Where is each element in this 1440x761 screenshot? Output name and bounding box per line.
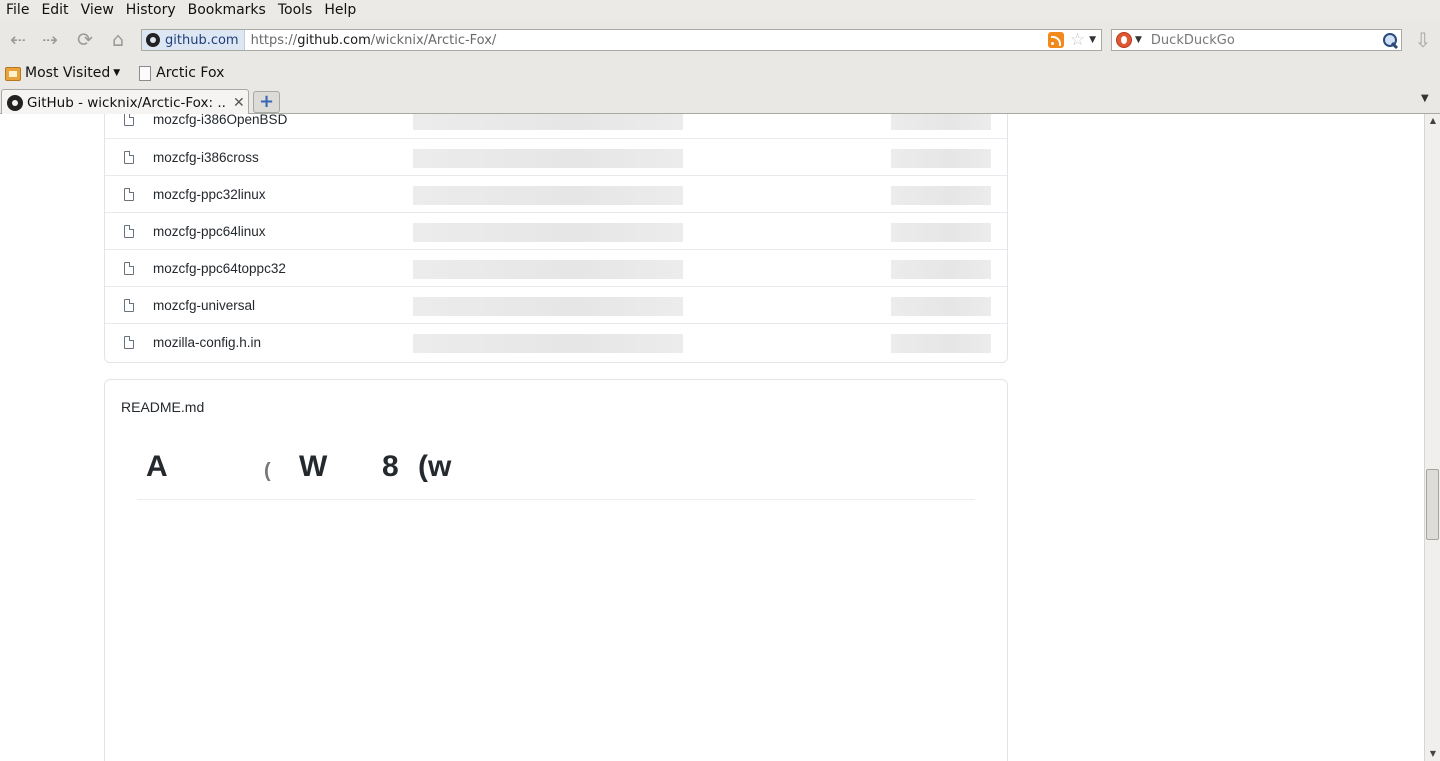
file-name-link[interactable]: mozcfg-ppc32linux bbox=[153, 187, 266, 202]
menu-history[interactable]: History bbox=[120, 0, 182, 21]
browser-chrome: File Edit View History Bookmarks Tools H… bbox=[0, 0, 1440, 115]
page-viewport: mozcfg-i386OpenBSD mozcfg-i386cross mozc… bbox=[0, 114, 1424, 761]
bookmark-star-icon[interactable]: ☆ bbox=[1070, 30, 1085, 50]
search-engine-dropdown-icon[interactable]: ▼ bbox=[1135, 35, 1142, 45]
readme-heading-fragment: ( bbox=[264, 460, 271, 482]
file-icon bbox=[124, 114, 134, 126]
search-input[interactable]: DuckDuckGo bbox=[1151, 33, 1382, 48]
url-host: github.com bbox=[297, 32, 371, 48]
most-visited-folder[interactable]: Most Visited ▼ bbox=[5, 65, 130, 81]
page-icon bbox=[139, 65, 152, 81]
site-identity-label: github.com bbox=[165, 32, 239, 48]
file-icon bbox=[124, 299, 134, 312]
bookmarks-toolbar: Most Visited ▼ Arctic Fox bbox=[0, 59, 1440, 87]
file-name-link[interactable]: mozcfg-i386cross bbox=[153, 150, 259, 165]
reload-icon[interactable]: ⟳ bbox=[73, 28, 97, 52]
navigation-toolbar: ⇠ ⇢ ⟳ ⌂ github.com https://github.com/wi… bbox=[0, 21, 1440, 59]
file-name-link[interactable]: mozilla-config.h.in bbox=[153, 335, 261, 350]
url-history-dropdown-icon[interactable]: ▼ bbox=[1089, 35, 1096, 45]
vertical-scrollbar[interactable]: ▲ ▼ bbox=[1424, 114, 1440, 761]
scroll-up-icon[interactable]: ▲ bbox=[1428, 116, 1438, 126]
arctic-fox-label: Arctic Fox bbox=[156, 65, 225, 81]
readme-heading-fragment: A bbox=[146, 450, 168, 483]
commit-message-placeholder bbox=[413, 149, 683, 168]
chevron-down-icon: ▼ bbox=[113, 68, 121, 78]
file-name-link[interactable]: mozcfg-i386OpenBSD bbox=[153, 114, 287, 127]
forward-arrow-icon[interactable]: ⇢ bbox=[38, 28, 62, 52]
commit-message-placeholder bbox=[413, 334, 683, 353]
file-icon bbox=[124, 188, 134, 201]
commit-age-placeholder bbox=[891, 260, 991, 279]
readme-heading-fragment: W bbox=[299, 450, 328, 483]
magnifier-icon[interactable] bbox=[1382, 32, 1398, 48]
menubar: File Edit View History Bookmarks Tools H… bbox=[0, 0, 1440, 21]
rss-feed-icon[interactable] bbox=[1047, 32, 1064, 48]
commit-age-placeholder bbox=[891, 114, 991, 130]
file-icon bbox=[124, 336, 134, 349]
commit-message-placeholder bbox=[413, 297, 683, 316]
commit-age-placeholder bbox=[891, 186, 991, 205]
site-identity-button[interactable]: github.com bbox=[142, 30, 245, 50]
table-row[interactable]: mozcfg-universal bbox=[105, 286, 1007, 323]
commit-message-placeholder bbox=[413, 223, 683, 242]
file-name-link[interactable]: mozcfg-ppc64linux bbox=[153, 224, 266, 239]
menu-tools[interactable]: Tools bbox=[272, 0, 319, 21]
file-name-link[interactable]: mozcfg-universal bbox=[153, 298, 255, 313]
readme-title: README.md bbox=[121, 399, 205, 415]
new-tab-button[interactable]: + bbox=[253, 91, 280, 113]
file-name-link[interactable]: mozcfg-ppc64toppc32 bbox=[153, 261, 286, 276]
tab-github-arctic-fox[interactable]: GitHub - wicknix/Arctic-Fox: ... ✕ bbox=[1, 89, 249, 115]
file-icon bbox=[124, 262, 134, 275]
scroll-down-icon[interactable]: ▼ bbox=[1428, 749, 1438, 759]
close-icon[interactable]: ✕ bbox=[233, 95, 245, 111]
most-visited-label: Most Visited bbox=[25, 65, 111, 81]
tab-strip: GitHub - wicknix/Arctic-Fox: ... ✕ + ▼ bbox=[0, 87, 1440, 115]
table-row[interactable]: mozcfg-ppc64toppc32 bbox=[105, 249, 1007, 286]
table-row[interactable]: mozcfg-ppc64linux bbox=[105, 212, 1007, 249]
menu-edit[interactable]: Edit bbox=[35, 0, 74, 21]
tab-title: GitHub - wicknix/Arctic-Fox: ... bbox=[27, 94, 227, 111]
commit-message-placeholder bbox=[413, 260, 683, 279]
commit-age-placeholder bbox=[891, 297, 991, 316]
url-bar[interactable]: github.com https://github.com/wicknix/Ar… bbox=[141, 29, 1102, 51]
readme-heading-fragment: 8 bbox=[382, 450, 399, 483]
commit-message-placeholder bbox=[413, 186, 683, 205]
readme-heading-divider bbox=[137, 499, 975, 500]
back-arrow-icon[interactable]: ⇠ bbox=[6, 28, 30, 52]
download-icon[interactable]: ⇩ bbox=[1413, 29, 1433, 51]
file-icon bbox=[124, 225, 134, 238]
url-path: /wicknix/Arctic-Fox/ bbox=[370, 32, 497, 48]
readme-heading-fragment: (w bbox=[418, 450, 452, 483]
commit-age-placeholder bbox=[891, 149, 991, 168]
search-bar[interactable]: ▼ DuckDuckGo bbox=[1111, 29, 1402, 51]
tab-list-dropdown-icon[interactable]: ▼ bbox=[1421, 93, 1429, 104]
url-prefix: https:// bbox=[250, 32, 298, 48]
file-icon bbox=[124, 151, 134, 164]
table-row[interactable]: mozilla-config.h.in bbox=[105, 323, 1007, 360]
home-icon[interactable]: ⌂ bbox=[106, 28, 130, 52]
commit-age-placeholder bbox=[891, 223, 991, 242]
menu-view[interactable]: View bbox=[75, 0, 120, 21]
arctic-fox-bookmark[interactable]: Arctic Fox bbox=[135, 65, 224, 81]
github-favicon-icon bbox=[7, 94, 23, 111]
readme-panel: README.md A ( W 8 (w bbox=[104, 379, 1008, 761]
menu-help[interactable]: Help bbox=[318, 0, 362, 21]
commit-age-placeholder bbox=[891, 334, 991, 353]
folder-icon bbox=[5, 67, 21, 81]
menu-bookmarks[interactable]: Bookmarks bbox=[182, 0, 272, 21]
table-row[interactable]: mozcfg-ppc32linux bbox=[105, 175, 1007, 212]
menu-file[interactable]: File bbox=[0, 0, 35, 21]
table-row[interactable]: mozcfg-i386cross bbox=[105, 138, 1007, 175]
file-list: mozcfg-i386OpenBSD mozcfg-i386cross mozc… bbox=[104, 114, 1008, 363]
duckduckgo-icon[interactable] bbox=[1116, 32, 1132, 48]
scrollbar-thumb[interactable] bbox=[1426, 469, 1439, 540]
url-input[interactable]: https://github.com/wicknix/Arctic-Fox/ bbox=[245, 33, 1048, 48]
table-row[interactable]: mozcfg-i386OpenBSD bbox=[105, 114, 1007, 138]
github-favicon-icon bbox=[146, 33, 160, 47]
commit-message-placeholder bbox=[413, 114, 683, 130]
